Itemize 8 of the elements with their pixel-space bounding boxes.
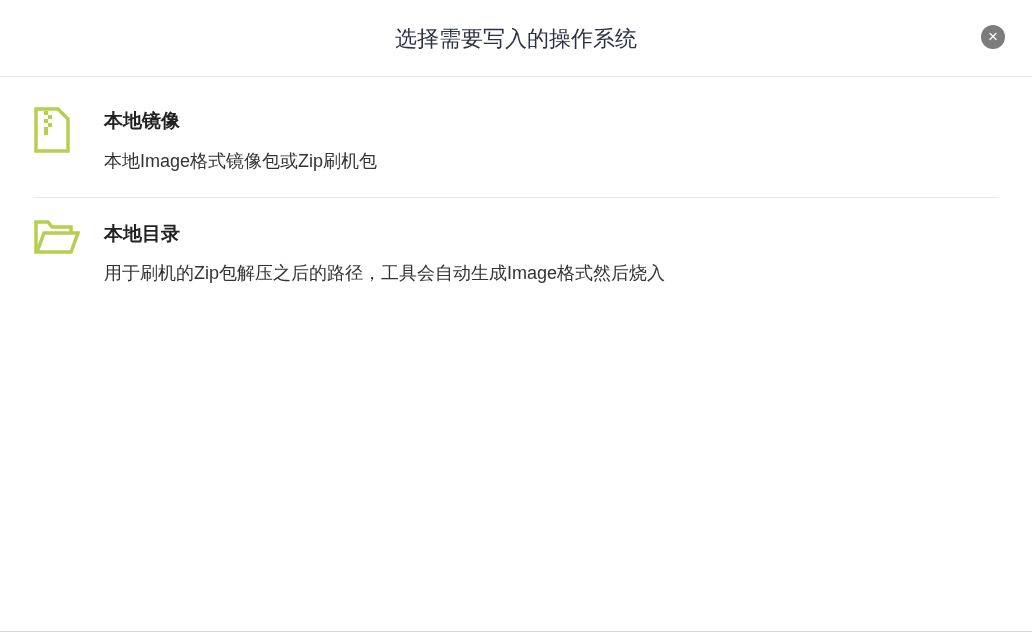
option-description: 用于刷机的Zip包解压之后的路径，工具会自动生成Image格式然后烧入 xyxy=(104,262,666,285)
folder-icon xyxy=(34,219,80,254)
zip-file-icon xyxy=(34,107,70,153)
option-description: 本地Image格式镜像包或Zip刷机包 xyxy=(104,149,378,173)
option-title[interactable]: 本地目录 xyxy=(104,219,666,248)
option-title[interactable]: 本地镜像 xyxy=(104,107,378,136)
dialog-title: 选择需要写入的操作系统 xyxy=(395,24,637,53)
close-button[interactable]: × xyxy=(981,25,1005,49)
